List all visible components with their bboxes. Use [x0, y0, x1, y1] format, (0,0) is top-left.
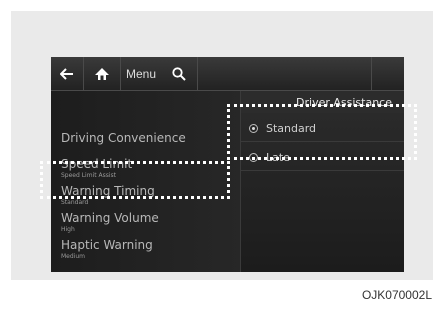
- search-icon: [172, 66, 186, 81]
- top-toolbar: Menu: [51, 57, 404, 91]
- menu-button[interactable]: Menu: [121, 57, 161, 90]
- sidebar-item-value: Medium: [61, 253, 85, 260]
- warning-timing-highlight-frame: [40, 161, 230, 199]
- sidebar-item-value: Standard: [61, 199, 89, 206]
- back-button[interactable]: [51, 57, 84, 90]
- sidebar-item-haptic-warning[interactable]: Haptic Warning Medium: [61, 238, 153, 261]
- toolbar-divider: [371, 57, 372, 90]
- sidebar-item-label: Haptic Warning: [61, 238, 153, 252]
- options-highlight-frame: [227, 104, 417, 160]
- sidebar-item-label: Warning Volume: [61, 211, 159, 225]
- option-divider: [241, 170, 404, 171]
- sidebar-item-driving-convenience[interactable]: Driving Convenience: [61, 131, 186, 145]
- sidebar-item-value: High: [61, 226, 75, 233]
- sidebar-item-warning-volume[interactable]: Warning Volume High: [61, 211, 159, 234]
- home-button[interactable]: [84, 57, 121, 90]
- sidebar-item-label: Driving Convenience: [61, 131, 186, 145]
- search-button[interactable]: [161, 57, 198, 90]
- home-icon: [95, 67, 109, 80]
- figure-reference: OJK070002L: [361, 288, 432, 302]
- figure-frame: Menu Driving Convenience Speed Limit Spe…: [11, 11, 433, 280]
- arrow-left-icon: [60, 67, 73, 80]
